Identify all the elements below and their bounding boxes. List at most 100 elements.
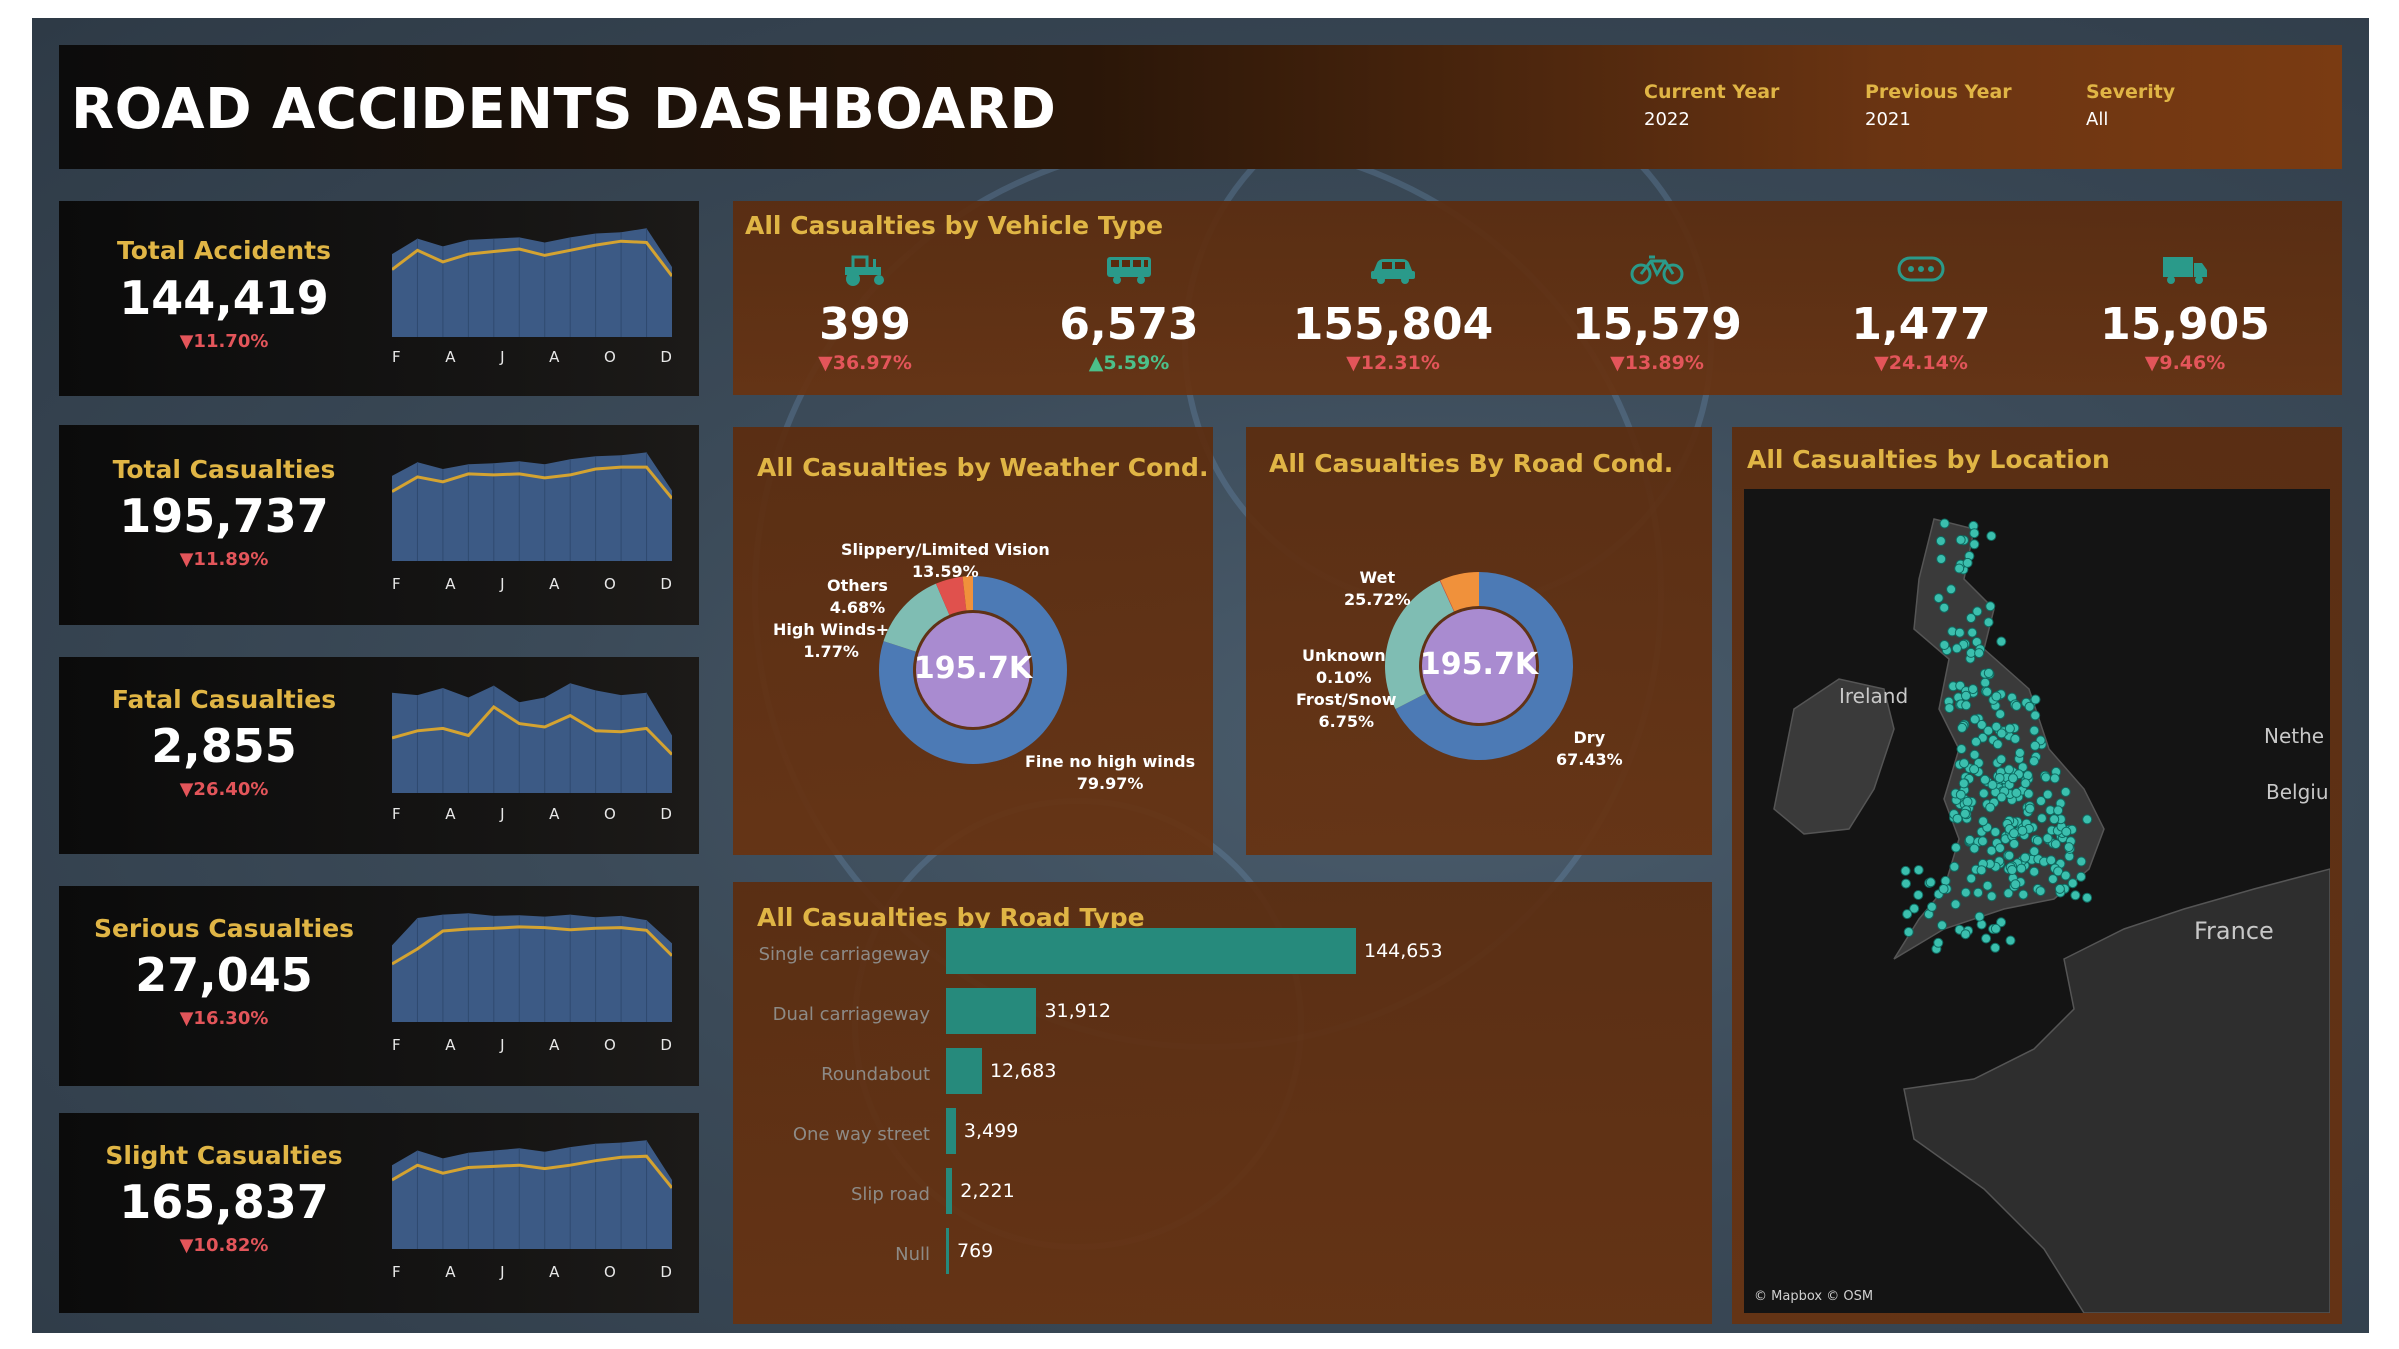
map-label-netherlands: Nethe [2264, 724, 2325, 748]
accident-location-point [2054, 883, 2065, 894]
kpi-card-slight-casualties: Slight Casualties 165,837 ▼10.82% F A J A O D [59, 1113, 699, 1313]
accident-location-point [2029, 846, 2040, 857]
accident-location-point [1987, 779, 1998, 790]
month-tick: J [500, 575, 505, 593]
map-label-ireland: Ireland [1839, 684, 1909, 708]
kpi-delta: ▼16.30% [179, 1008, 269, 1029]
road-cond-label-dry: Dry 67.43% [1556, 727, 1623, 771]
accident-location-point [1939, 602, 1950, 613]
accident-location-point [1982, 686, 1993, 697]
accident-location-point [1954, 627, 1965, 638]
sparkline-fatal-casualties [392, 683, 672, 793]
accident-location-point [2063, 842, 2074, 853]
accident-location-point [1969, 843, 1980, 854]
accident-location-point [1935, 536, 1946, 546]
road-type-bar-chart: Single carriageway 144,653 Dual carriagewa… [733, 882, 1712, 1324]
accident-location-point [1974, 911, 1985, 922]
month-tick: A [445, 575, 456, 593]
month-tick: J [500, 348, 505, 366]
accident-location-point [1902, 909, 1913, 920]
accident-location-point [2023, 788, 2034, 799]
month-tick: A [549, 1263, 560, 1281]
month-tick: D [660, 575, 672, 593]
accident-location-point [1949, 861, 1960, 872]
accident-location-point [2042, 833, 2053, 844]
vehicle-value: 1,477 [1851, 299, 1991, 350]
accident-location-point [1966, 873, 1977, 884]
accident-location-point [2036, 813, 2047, 824]
dashboard-background: ROAD ACCIDENTS DASHBOARD Current Year 20… [32, 18, 2369, 1333]
weather-panel: All Casualties by Weather Cond. 195.7K S… [733, 427, 1213, 855]
accident-location-point [2025, 803, 2035, 814]
month-tick: A [549, 805, 560, 823]
filter-severity[interactable]: Severity All [2086, 81, 2175, 130]
accident-location-point [1990, 923, 2001, 934]
bar-value-label: 144,653 [1364, 940, 1443, 962]
accident-location-point [2017, 825, 2028, 836]
filter-previous-year[interactable]: Previous Year 2021 [1865, 81, 2012, 130]
accident-location-point [1958, 778, 1969, 789]
sparkline-area-current-year [392, 228, 672, 337]
filter-current-year[interactable]: Current Year 2022 [1644, 81, 1779, 130]
road-condition-donut [1385, 572, 1573, 760]
kpi-value: 144,419 [119, 271, 329, 325]
accident-location-point [1995, 843, 2005, 854]
month-tick: D [660, 805, 672, 823]
kpi-delta: ▼11.89% [179, 549, 269, 570]
accident-location-point [1954, 563, 1965, 574]
vehicle-value: 155,804 [1292, 299, 1494, 350]
accident-location-point [1962, 557, 1973, 568]
bar[interactable] [946, 1168, 953, 1214]
accident-location-point [1962, 796, 1973, 807]
bar[interactable] [946, 1048, 982, 1094]
sparkline-total-accidents [392, 228, 672, 337]
slice-pct: 0.10% [1316, 668, 1372, 687]
slice-name: Slippery/Limited Vision [841, 540, 1050, 559]
vehicle-item-bicycle: 15,579 ▼13.89% [1525, 231, 1789, 374]
accident-location-point [1990, 942, 2001, 953]
road-type-panel: All Casualties by Road Type Single carri… [733, 882, 1712, 1324]
bar[interactable] [946, 1108, 956, 1154]
vehicle-delta: ▲5.59% [1088, 352, 1170, 374]
accident-location-point [2005, 935, 2016, 946]
vehicle-item-car: 155,804 ▼12.31% [1261, 231, 1525, 374]
sparkline-serious-casualties [392, 913, 672, 1022]
kpi-label: Slight Casualties [105, 1141, 343, 1170]
road-condition-panel: All Casualties By Road Cond. 195.7K Wet … [1246, 427, 1712, 855]
accident-location-point [1951, 842, 1961, 853]
donut-center-value: 195.7K [1419, 647, 1539, 682]
bar-category-label: Dual carriageway [772, 1004, 930, 1025]
bar[interactable] [946, 928, 1356, 974]
panel-title: All Casualties by Location [1747, 445, 2110, 474]
kpi-value: 2,855 [151, 719, 297, 773]
month-tick: A [445, 805, 456, 823]
accident-location-point [1944, 703, 1955, 714]
accident-location-point [2036, 796, 2046, 806]
kpi-card-fatal-casualties: Fatal Casualties 2,855 ▼26.40% F A J A O D [59, 657, 699, 854]
vehicle-delta: ▼12.31% [1346, 352, 1440, 374]
bar-value-label: 2,221 [960, 1180, 1015, 1202]
map-view[interactable]: Ireland Nethe Belgiu France © Mapbox © O… [1744, 489, 2330, 1313]
bar[interactable] [946, 1228, 949, 1274]
sparkline-area-current-year [392, 683, 672, 793]
vehicle-item-tractor: 399 ▼36.97% [733, 231, 997, 374]
slice-name: Frost/Snow [1296, 690, 1397, 709]
kpi-card-total-accidents: Total Accidents 144,419 ▼11.70% F A J A O D [59, 201, 699, 396]
accident-location-point [2007, 865, 2018, 875]
sparkline-total-casualties [392, 452, 672, 561]
accident-location-point [1978, 816, 1989, 827]
accident-location-point [1913, 890, 1924, 900]
accident-location-point [1901, 878, 1911, 889]
month-axis: FAJAOD [392, 1036, 672, 1054]
accident-location-point [1951, 643, 1962, 654]
bar[interactable] [946, 988, 1037, 1034]
sparkline-area-current-year [392, 452, 672, 561]
filter-label: Current Year [1644, 81, 1780, 103]
month-tick: F [392, 1036, 401, 1054]
month-tick: A [445, 1036, 456, 1054]
accident-location-point [1940, 875, 1951, 886]
vehicle-delta: ▼24.14% [1874, 352, 1968, 374]
accident-location-point [1971, 736, 1981, 747]
slice-name: Dry [1573, 728, 1606, 747]
month-tick: O [603, 1263, 616, 1281]
